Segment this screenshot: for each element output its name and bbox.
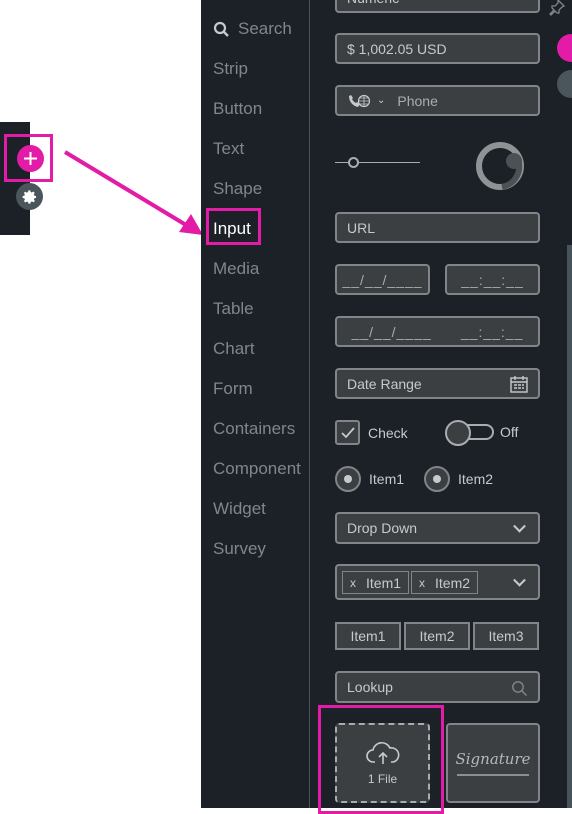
chevron-down-icon [513,573,526,587]
radio-item1-label: Item1 [369,471,405,487]
category-widget[interactable]: Widget [213,499,266,519]
phone-globe-icon [349,94,371,107]
toggle-knob[interactable] [445,420,471,446]
category-table[interactable]: Table [213,299,254,319]
url-widget[interactable]: URL [335,212,540,243]
scrollbar[interactable] [567,245,572,808]
category-text[interactable]: Text [213,139,244,159]
date-widget[interactable]: __/__/____ [335,264,430,295]
check-icon [340,426,355,438]
chip-remove-icon[interactable]: x [350,576,356,590]
dropdown-widget[interactable]: Drop Down [335,512,540,544]
toggle-label: Off [500,424,519,440]
search-icon [512,681,528,697]
numeric-widget[interactable]: Numeric [335,0,540,13]
signature-widget[interactable]: Signature [446,723,540,803]
lookup-placeholder: Lookup [347,679,393,695]
radio-item2[interactable] [424,466,450,492]
datetime-time-mask: __:__:__ [460,323,524,340]
category-survey[interactable]: Survey [213,539,266,559]
multiselect-chip-item1[interactable]: x Item1 [342,571,410,594]
highlight-file-upload [318,705,444,814]
search-icon [213,21,229,37]
radio-item1[interactable] [335,466,361,492]
chevron-down-icon [513,519,526,533]
checkbox-label: Check [368,425,408,441]
numeric-label: Numeric [347,0,399,6]
dropdown-placeholder: Drop Down [347,520,418,536]
url-placeholder: URL [347,219,376,236]
checkbox[interactable] [335,420,360,445]
time-mask: __:__:__ [461,271,524,288]
category-media[interactable]: Media [213,259,259,279]
chip-remove-icon[interactable]: x [419,576,425,590]
segment-item3[interactable]: Item3 [473,622,539,650]
lookup-widget[interactable]: Lookup [335,671,540,703]
time-widget[interactable]: __:__:__ [445,264,540,295]
category-button[interactable]: Button [213,99,262,119]
currency-widget[interactable]: $ 1,002.05 USD [335,33,540,64]
category-strip[interactable]: Strip [213,59,248,79]
category-containers[interactable]: Containers [213,419,295,439]
category-shape[interactable]: Shape [213,179,262,199]
segment-item1[interactable]: Item1 [335,622,401,650]
category-form[interactable]: Form [213,379,253,399]
segment-item2[interactable]: Item2 [404,622,470,650]
category-list: Search Strip Button Text Shape Input Med… [201,0,310,808]
datetime-date-mask: __/__/____ [351,323,432,340]
currency-value: $ 1,002.05 USD [347,40,447,57]
highlight-input-category [206,208,261,245]
slider-thumb[interactable] [348,157,359,168]
gear-icon [22,189,36,204]
phone-widget[interactable]: ⌄ Phone [335,85,540,116]
settings-button[interactable] [16,183,43,210]
date-mask: __/__/____ [342,271,423,288]
date-range-widget[interactable]: Date Range [335,368,540,399]
signature-line [457,774,529,776]
chip-label: Item2 [435,574,471,591]
progress-ring [476,142,524,190]
category-component[interactable]: Component [213,459,301,479]
search-label: Search [238,19,292,38]
signature-label: Signature [455,750,531,768]
datetime-widget[interactable]: __/__/____ __:__:__ [335,316,540,347]
radio-item2-label: Item2 [458,471,494,487]
pin-icon[interactable] [548,0,566,16]
calendar-icon [510,376,528,393]
multiselect-chip-item2[interactable]: x Item2 [411,571,479,594]
phone-placeholder: Phone [397,92,438,109]
annotation-arrow [63,150,203,235]
category-search[interactable]: Search [213,19,292,39]
chip-label: Item1 [366,574,402,591]
date-range-placeholder: Date Range [347,375,422,392]
highlight-add-button [4,134,53,182]
chevron-down-icon: ⌄ [377,95,386,106]
category-chart[interactable]: Chart [213,339,255,359]
